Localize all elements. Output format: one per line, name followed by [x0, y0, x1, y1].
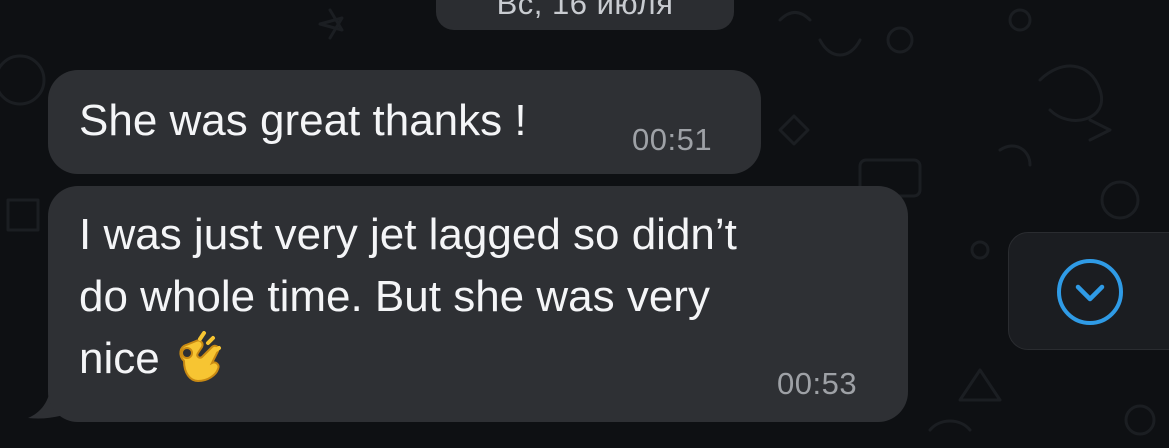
message-text: She was great thanks ! [79, 96, 527, 145]
message-time: 00:53 [777, 366, 858, 401]
message-bubble[interactable]: I was just very jet lagged so didn’t do … [48, 186, 908, 422]
message-time: 00:51 [632, 122, 713, 157]
chevron-down-circle-icon [1057, 259, 1123, 325]
message-bubble[interactable]: She was great thanks ! 00:51 [48, 70, 761, 174]
scroll-to-bottom-button[interactable] [1008, 232, 1169, 350]
message-text: I was just very jet lagged so didn’t do … [79, 204, 879, 390]
date-separator: Вс, 16 июля [436, 0, 734, 30]
ok-hand-emoji-icon [179, 331, 221, 383]
chat-view: Вс, 16 июля She was great thanks ! 00:51… [0, 0, 1169, 448]
